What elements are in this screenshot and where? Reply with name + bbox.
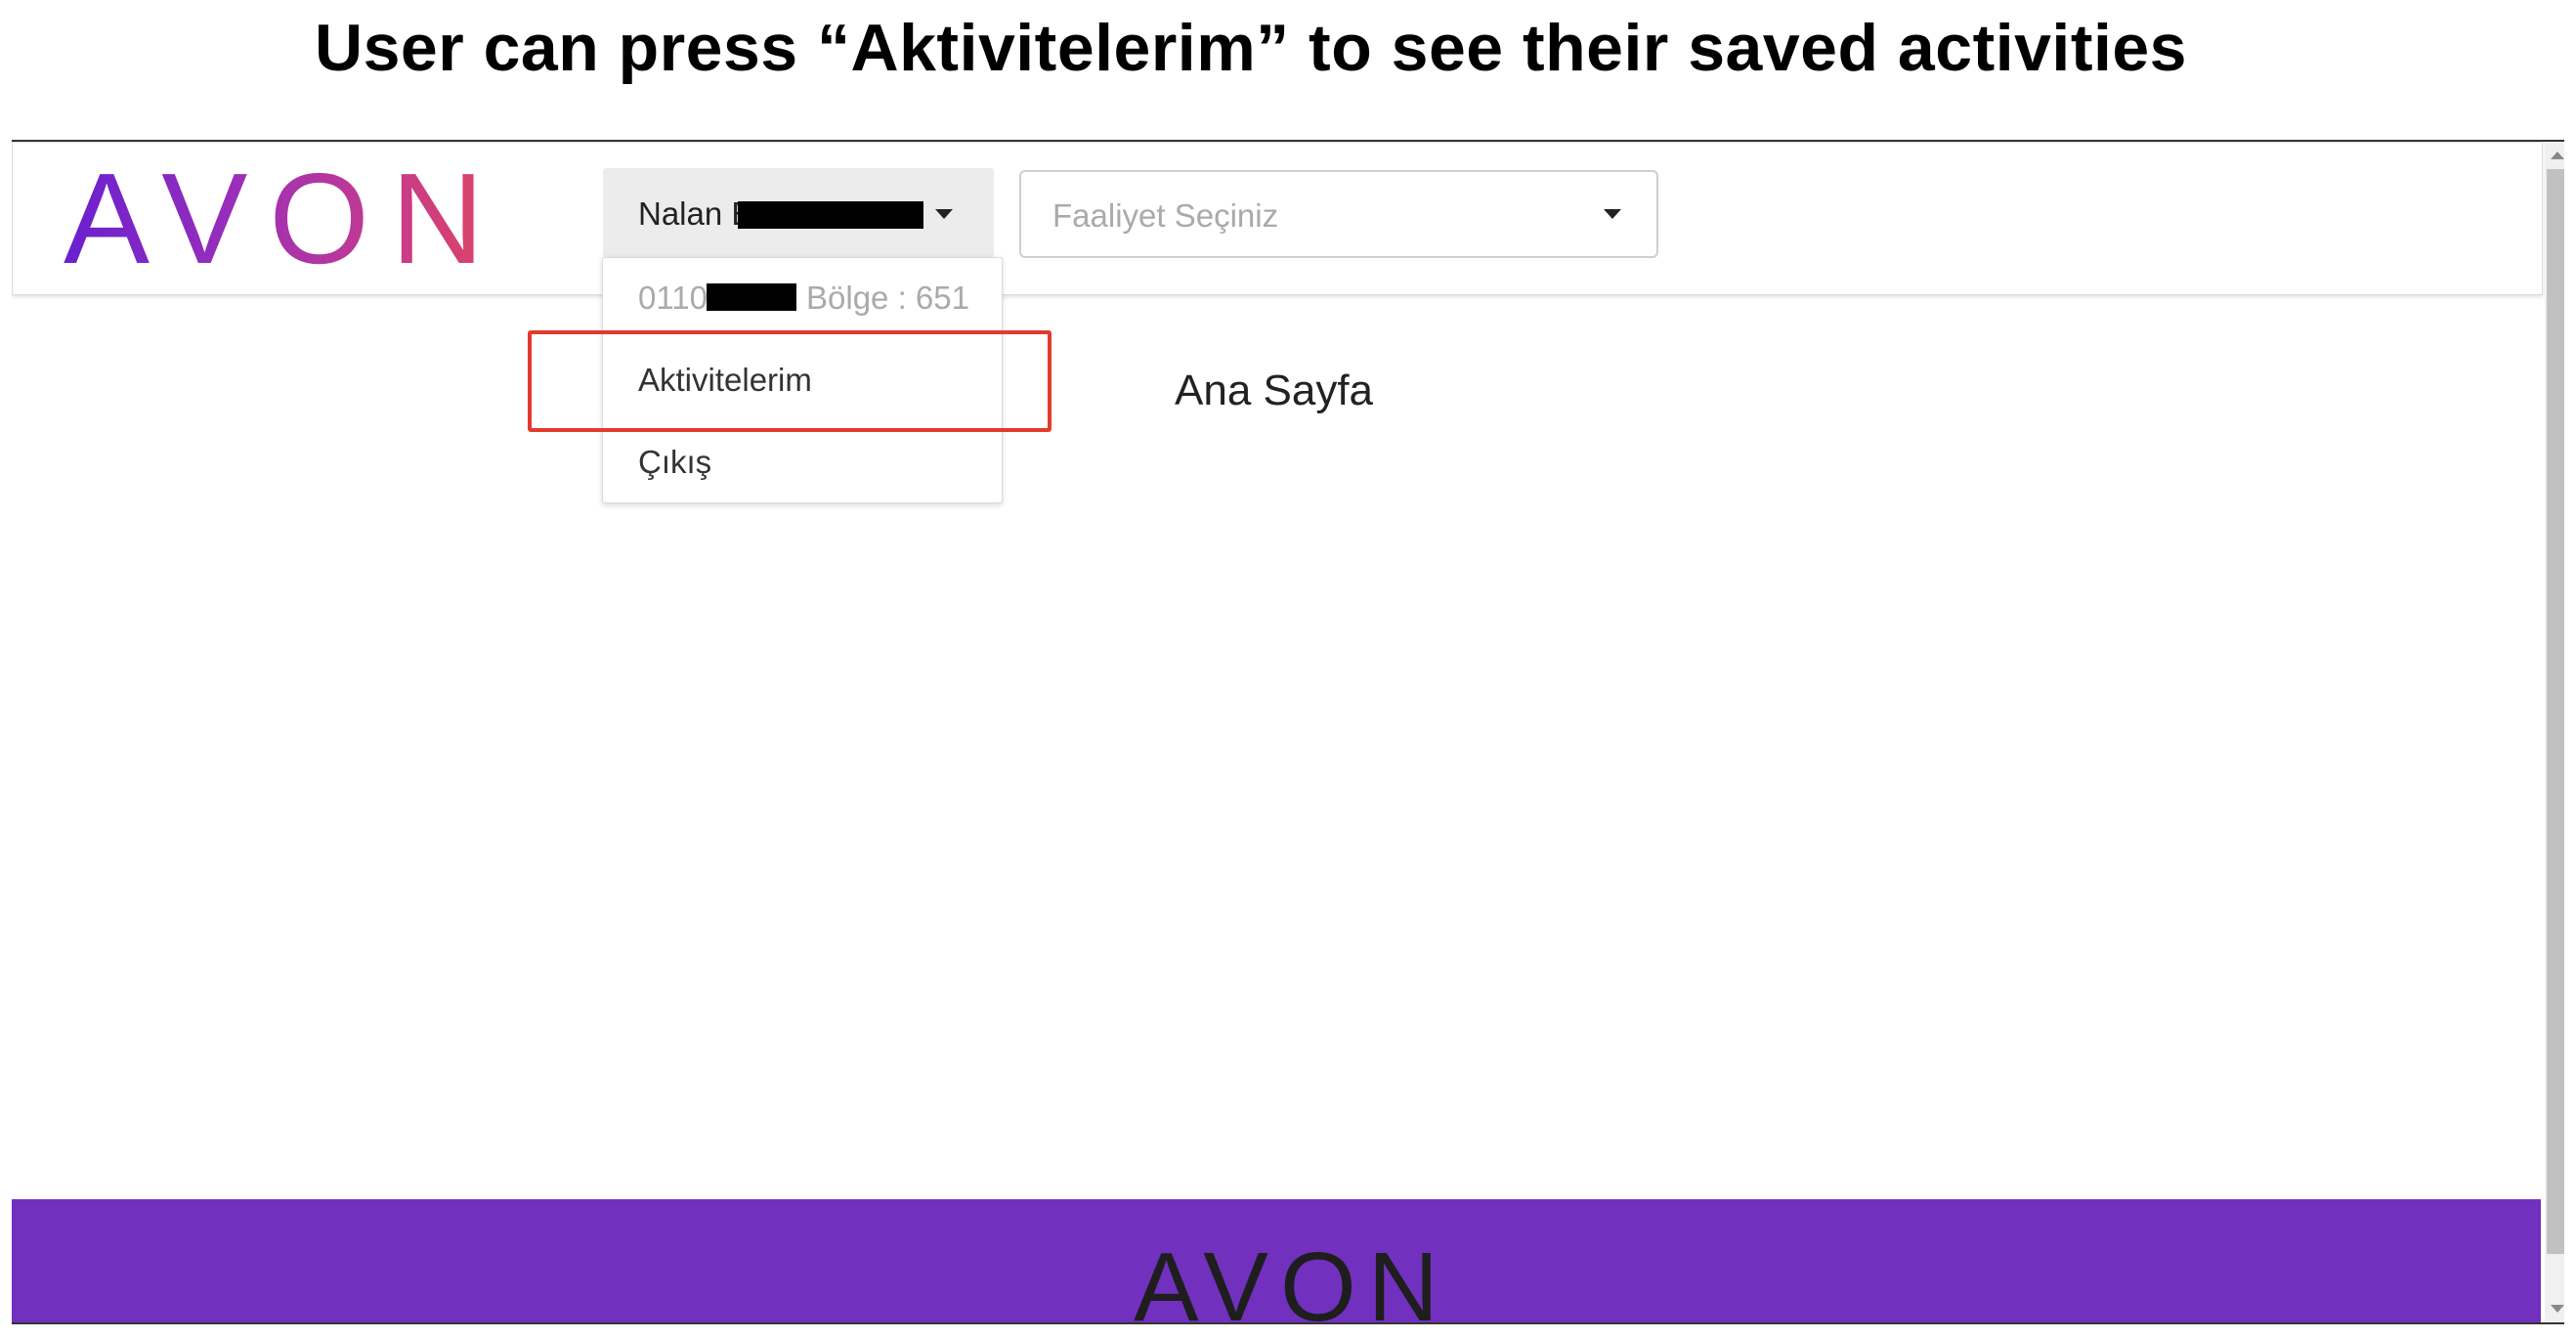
redacted-user-id [707,283,796,311]
user-info-item: 0110 Bölge : 651 [638,280,969,317]
top-navbar: AVON Nalan E Faaliyet Seçiniz [12,142,2543,295]
tutorial-caption: User can press “Aktivitelerim” to see th… [314,11,2187,85]
redacted-surname [738,201,923,229]
caret-down-icon [1604,209,1621,219]
scroll-up-arrow-icon[interactable] [2551,151,2564,159]
region-label: Bölge : 651 [806,280,969,316]
user-id-prefix: 0110 [638,280,708,316]
user-name: Nalan E [638,195,753,232]
activity-select[interactable]: Faaliyet Seçiniz [1019,170,1658,258]
scroll-down-arrow-icon[interactable] [2551,1305,2564,1313]
scrollbar-thumb[interactable] [2547,169,2564,1254]
avon-logo[interactable]: AVON [64,154,505,283]
browser-viewport: AVON Nalan E Faaliyet Seçiniz 0110 Bölge… [12,140,2564,1324]
footer-logo: AVON [1134,1232,1450,1322]
activity-select-placeholder: Faaliyet Seçiniz [1052,197,1279,234]
user-menu-button[interactable]: Nalan E [603,168,994,258]
footer: AVON [12,1199,2541,1322]
page-title: Ana Sayfa [1175,367,1374,414]
vertical-scrollbar[interactable] [2545,142,2564,1322]
tutorial-highlight-box [528,330,1052,432]
caret-down-icon [935,209,953,219]
menu-item-logout[interactable]: Çıkış [638,444,711,481]
